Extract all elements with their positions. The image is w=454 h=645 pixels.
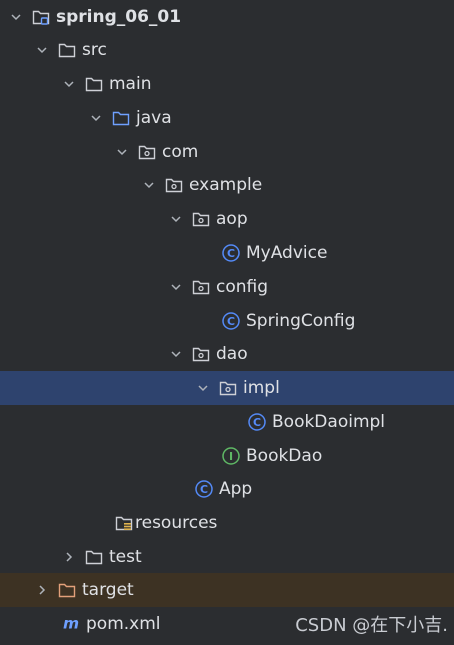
tree-item-spring_06_01[interactable]: spring_06_01 [0,0,454,34]
tree-item-com[interactable]: com [0,135,454,169]
class-icon: C [247,412,267,432]
tree-item-label: java [136,108,172,128]
package-icon [137,142,157,162]
watermark-text: CSDN @在下小吉. [295,615,448,636]
class-icon: C [194,479,214,499]
svg-text:C: C [227,247,235,260]
tree-item-test[interactable]: test [0,540,454,574]
chevron-down-icon[interactable] [168,346,184,362]
tree-item-label: target [82,580,134,600]
tree-item-myadvice[interactable]: C MyAdvice [0,236,454,270]
source-root-folder-icon [111,108,131,128]
chevron-down-icon[interactable] [168,279,184,295]
tree-item-bookdaoimpl[interactable]: C BookDaoimpl [0,405,454,439]
tree-item-main[interactable]: main [0,67,454,101]
tree-item-label: com [162,142,199,162]
tree-item-label: example [189,175,263,195]
package-icon [191,209,211,229]
tree-item-impl[interactable]: impl [0,371,454,405]
tree-item-label: pom.xml [86,614,161,634]
tree-item-label: src [82,40,107,60]
tree-item-label: aop [216,209,248,229]
svg-text:I: I [229,450,233,463]
tree-item-app[interactable]: C App [0,472,454,506]
chevron-down-icon[interactable] [168,211,184,227]
tree-item-label: BookDao [246,446,323,466]
tree-item-label: MyAdvice [246,243,328,263]
package-icon [218,378,238,398]
tree-item-label: dao [216,344,248,364]
package-icon [164,175,184,195]
svg-text:C: C [253,416,261,429]
chevron-down-icon[interactable] [88,110,104,126]
svg-text:m: m [63,615,79,633]
tree-item-dao[interactable]: dao [0,337,454,371]
tree-item-example[interactable]: example [0,168,454,202]
svg-text:C: C [200,483,208,496]
class-icon: C [221,243,241,263]
tree-item-label: App [219,479,253,499]
tree-item-aop[interactable]: aop [0,202,454,236]
chevron-down-icon[interactable] [34,42,50,58]
folder-icon [84,74,104,94]
tree-item-label: resources [135,513,218,533]
tree-item-label: config [216,277,269,297]
tree-item-java[interactable]: java [0,101,454,135]
tree-item-bookdao[interactable]: I BookDao [0,439,454,473]
class-icon: C [221,311,241,331]
chevron-right-icon[interactable] [61,549,77,565]
folder-icon [57,40,77,60]
svg-text:C: C [227,315,235,328]
excluded-folder-icon [57,580,77,600]
tree-item-springconfig[interactable]: C SpringConfig [0,304,454,338]
chevron-down-icon[interactable] [141,177,157,193]
chevron-down-icon[interactable] [61,76,77,92]
tree-item-label: main [109,74,152,94]
package-icon [191,277,211,297]
tree-item-label: BookDaoimpl [272,412,386,432]
package-icon [191,344,211,364]
chevron-down-icon[interactable] [8,9,24,25]
tree-item-label: impl [243,378,280,398]
tree-item-label: spring_06_01 [56,7,182,27]
maven-icon: m [61,614,81,634]
folder-icon [84,547,104,567]
tree-item-label: test [109,547,142,567]
chevron-down-icon[interactable] [195,380,211,396]
chevron-down-icon[interactable] [114,144,130,160]
module-folder-icon [31,7,51,27]
tree-item-resources[interactable]: resources [0,506,454,540]
resources-folder-icon [114,513,134,533]
chevron-right-icon[interactable] [34,582,50,598]
interface-icon: I [221,446,241,466]
tree-item-label: SpringConfig [246,311,356,331]
tree-item-config[interactable]: config [0,270,454,304]
tree-item-target[interactable]: target [0,573,454,607]
tree-item-src[interactable]: src [0,33,454,67]
